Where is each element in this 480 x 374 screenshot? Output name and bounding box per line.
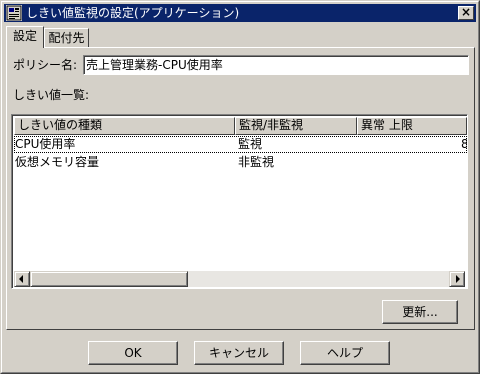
threshold-table[interactable]: しきい値の種類 監視/非監視 異常 上限 CPU使用率 監視 8 仮想メモリ容量…: [11, 114, 468, 289]
arrow-left-icon: [19, 275, 23, 283]
app-icon: [6, 5, 22, 21]
column-header-upper-limit[interactable]: 異常 上限: [357, 117, 467, 135]
update-button[interactable]: 更新...: [382, 300, 458, 324]
threshold-settings-dialog: しきい値監視の設定(アプリケーション) × 設定 配付先 ポリシー名: 売上管理…: [0, 0, 480, 374]
title-bar[interactable]: しきい値監視の設定(アプリケーション) ×: [4, 4, 476, 22]
horizontal-scrollbar[interactable]: [14, 271, 465, 287]
cell-monitor-status: 監視: [238, 137, 263, 151]
cell-threshold-type: 仮想メモリ容量: [15, 155, 100, 169]
tab-settings[interactable]: 設定: [6, 26, 44, 48]
ok-button[interactable]: OK: [88, 341, 178, 365]
cancel-button[interactable]: キャンセル: [194, 341, 284, 365]
scroll-thumb[interactable]: [30, 271, 188, 287]
close-button[interactable]: ×: [458, 6, 474, 20]
cell-upper-limit: 8: [461, 137, 468, 151]
tab-distribution[interactable]: 配付先: [44, 28, 89, 48]
scroll-left-button[interactable]: [14, 271, 30, 287]
window-title: しきい値監視の設定(アプリケーション): [26, 6, 240, 20]
arrow-right-icon: [456, 275, 460, 283]
help-button[interactable]: ヘルプ: [300, 341, 390, 365]
close-icon: ×: [460, 5, 472, 19]
threshold-list-label: しきい値一覧:: [13, 88, 90, 102]
cell-monitor-status: 非監視: [238, 155, 275, 169]
policy-name-label: ポリシー名:: [13, 58, 78, 72]
table-row[interactable]: 仮想メモリ容量 非監視: [14, 154, 467, 171]
column-header-type[interactable]: しきい値の種類: [14, 117, 235, 135]
column-header-monitor[interactable]: 監視/非監視: [235, 117, 357, 135]
cell-threshold-type: CPU使用率: [15, 137, 76, 151]
policy-name-field[interactable]: 売上管理業務-CPU使用率: [83, 55, 469, 75]
scroll-right-button[interactable]: [449, 271, 465, 287]
table-row[interactable]: CPU使用率 監視 8: [14, 136, 467, 153]
